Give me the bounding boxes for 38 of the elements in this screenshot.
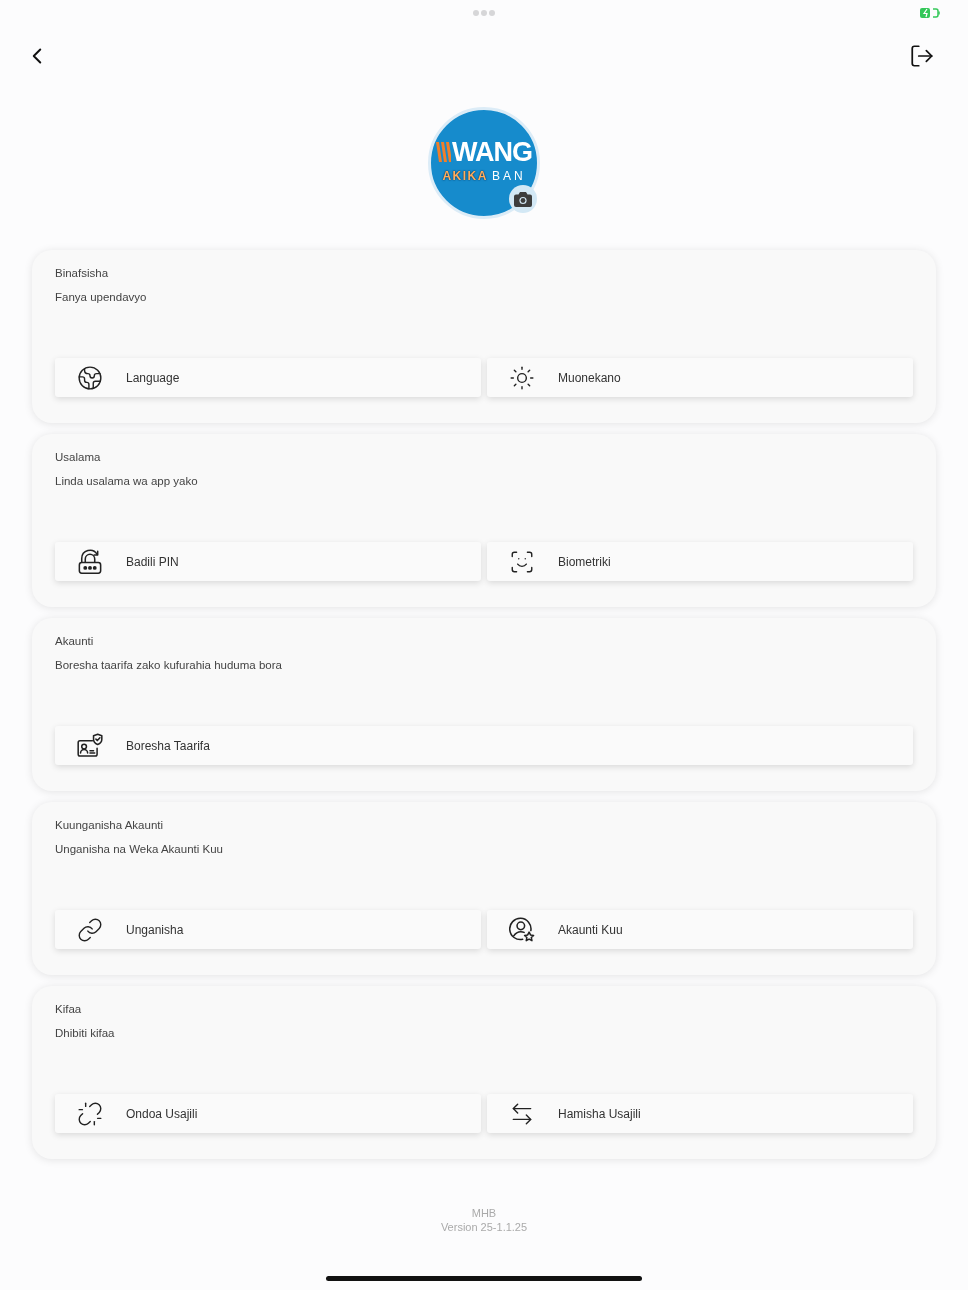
logout-icon [909, 43, 935, 69]
settings-action-button[interactable]: Hamisha Usajili [487, 1094, 913, 1133]
settings-action-button[interactable]: Badili PIN [55, 542, 481, 581]
settings-action-button[interactable]: Ondoa Usajili [55, 1094, 481, 1133]
sun-icon [509, 364, 535, 391]
id-card-shield-icon [77, 732, 103, 759]
logout-button[interactable] [909, 43, 935, 69]
logo-wordmark: WANG [452, 137, 532, 167]
camera-icon [514, 191, 532, 207]
stripe-mark-icon [436, 142, 451, 162]
card-subtitle: Unganisha na Weka Akaunti Kuu [55, 842, 224, 856]
card-subtitle: Dhibiti kifaa [55, 1026, 116, 1040]
card-subtitle: Linda usalama wa app yako [55, 474, 199, 488]
card-title: Akaunti [55, 634, 95, 648]
settings-action-button[interactable]: Biometriki [487, 542, 913, 581]
user-star-icon [509, 916, 535, 943]
camera-button[interactable] [509, 185, 537, 213]
multitask-dots-icon [473, 10, 495, 16]
app-version: Version 25-1.1.25 [440, 1220, 528, 1234]
settings-action-button[interactable]: Language [55, 358, 481, 397]
logo-tagline: BAN [491, 169, 526, 183]
settings-action-button[interactable]: Akaunti Kuu [487, 910, 913, 949]
battery-icon [920, 8, 940, 18]
app-name: MHB [471, 1206, 497, 1220]
settings-action-button[interactable]: Unganisha [55, 910, 481, 949]
card-title: Kuunganisha Akaunti [55, 818, 165, 832]
logo-tagline-accent: AKIKA [442, 169, 488, 183]
card-title: Usalama [55, 450, 102, 464]
globe-icon [77, 364, 103, 391]
card-title: Binafsisha [55, 266, 110, 280]
settings-action-button[interactable]: Muonekano [487, 358, 913, 397]
padlock-icon [77, 548, 103, 575]
card-subtitle: Boresha taarifa zako kufurahia huduma bora [55, 658, 283, 672]
card-subtitle: Fanya upendavyo [55, 290, 148, 304]
broken-chain-icon [77, 1100, 103, 1127]
settings-action-button[interactable]: Boresha Taarifa [55, 726, 913, 765]
chain-link-icon [77, 916, 103, 943]
card-title: Kifaa [55, 1002, 83, 1016]
